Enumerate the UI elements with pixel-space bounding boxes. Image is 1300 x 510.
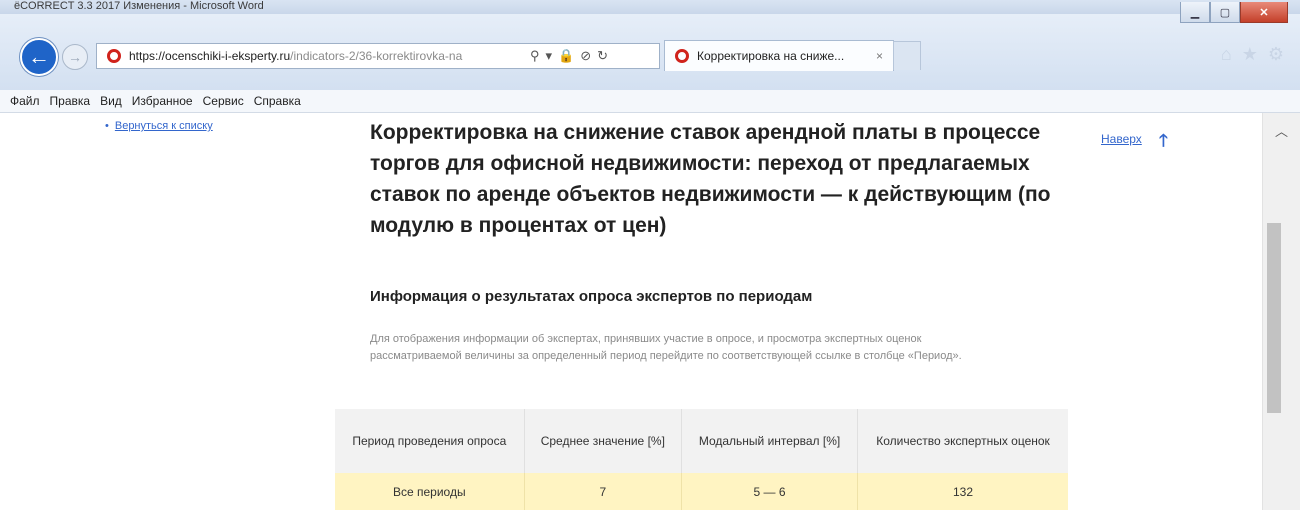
tab-active[interactable]: Корректировка на сниже... × <box>664 40 894 71</box>
header-modal-interval: Модальный интервал [%] <box>681 409 859 473</box>
header-period: Период проведения опроса <box>335 409 525 473</box>
menu-help[interactable]: Справка <box>254 94 301 108</box>
stop-icon[interactable]: ⊘ <box>580 48 591 64</box>
header-count: Количество экспертных оценок <box>857 409 1068 473</box>
window-title-fragment: ёCORRECT 3.3 2017 Изменения - Microsoft … <box>14 0 264 12</box>
menu-file[interactable]: Файл <box>10 94 40 108</box>
table-header-row: Период проведения опроса Среднее значени… <box>335 409 1068 473</box>
menu-edit[interactable]: Правка <box>50 94 91 108</box>
tab-close-icon[interactable]: × <box>876 49 883 63</box>
tab-favicon-icon <box>675 49 689 63</box>
maximize-icon[interactable]: ▢ <box>1210 2 1240 23</box>
toolbar-right-icons: ⌂ ★ ⚙ <box>1221 44 1284 65</box>
settings-gear-icon[interactable]: ⚙ <box>1268 44 1284 65</box>
url-host: https://ocenschiki-i-eksperty.ru <box>129 49 291 63</box>
window-title-strip: ёCORRECT 3.3 2017 Изменения - Microsoft … <box>0 0 1300 14</box>
back-arrow-icon: ← <box>28 44 50 69</box>
header-mean: Среднее значение [%] <box>524 409 683 473</box>
favorites-star-icon[interactable]: ★ <box>1242 44 1258 65</box>
table-row: Все периоды 7 5 — 6 132 <box>335 473 1068 510</box>
section-description: Для отображения информации об экспертах,… <box>370 333 962 362</box>
vertical-scrollbar[interactable]: ︿ <box>1262 113 1300 510</box>
forward-button[interactable]: → <box>62 44 88 70</box>
section-title: Информация о результатах опроса эксперто… <box>370 288 813 305</box>
close-window-icon[interactable]: ✕ <box>1240 2 1288 23</box>
cell-period[interactable]: Все периоды <box>335 473 525 510</box>
window-controls: ▁ ▢ ✕ <box>1180 2 1288 23</box>
scroll-to-top-link[interactable]: Наверх <box>1101 132 1142 146</box>
menu-favorites[interactable]: Избранное <box>132 94 193 108</box>
survey-results-table: Период проведения опроса Среднее значени… <box>335 409 1068 510</box>
search-icon[interactable]: ⚲ <box>530 48 540 64</box>
home-icon[interactable]: ⌂ <box>1221 44 1232 65</box>
browser-chrome: ▁ ▢ ✕ ← → https://ocenschiki-i-eksperty.… <box>0 2 1300 91</box>
menu-tools[interactable]: Сервис <box>203 94 244 108</box>
tab-title: Корректировка на сниже... <box>697 49 845 63</box>
refresh-icon[interactable]: ↻ <box>597 48 608 64</box>
address-bar-icons: ⚲ ▾ 🔒 ⊘ ↻ <box>530 48 608 64</box>
menu-view[interactable]: Вид <box>100 94 122 108</box>
back-to-list-label: Вернуться к списку <box>114 120 213 132</box>
address-bar[interactable]: https://ocenschiki-i-eksperty.ru/indicat… <box>96 43 660 69</box>
menu-bar: Файл Правка Вид Избранное Сервис Справка <box>0 90 1300 113</box>
back-to-list-link[interactable]: • Вернуться к списку <box>105 120 213 132</box>
page-title: Корректировка на снижение ставок арендно… <box>370 121 1051 237</box>
forward-arrow-icon: → <box>68 49 82 65</box>
lock-icon[interactable]: 🔒 <box>558 48 574 64</box>
cell-mean: 7 <box>524 473 683 510</box>
cell-modal-interval: 5 — 6 <box>681 473 859 510</box>
page-content: • Вернуться к списку Корректировка на сни… <box>0 113 1262 510</box>
scroll-up-icon[interactable]: ︿ <box>1275 121 1288 140</box>
dropdown-icon[interactable]: ▾ <box>546 48 553 64</box>
url-path: /indicators-2/36-korrektirovka-na <box>290 49 463 63</box>
minimize-icon[interactable]: ▁ <box>1180 2 1210 23</box>
bullet-icon: • <box>105 120 109 132</box>
site-favicon-icon <box>107 49 121 63</box>
back-button[interactable]: ← <box>20 38 58 76</box>
cell-count: 132 <box>857 473 1068 510</box>
url-text[interactable]: https://ocenschiki-i-eksperty.ru/indicat… <box>129 49 524 63</box>
new-tab-button[interactable] <box>893 41 921 70</box>
scrollbar-thumb[interactable] <box>1267 223 1281 413</box>
arrow-up-icon[interactable]: 🡑 <box>1159 128 1168 157</box>
